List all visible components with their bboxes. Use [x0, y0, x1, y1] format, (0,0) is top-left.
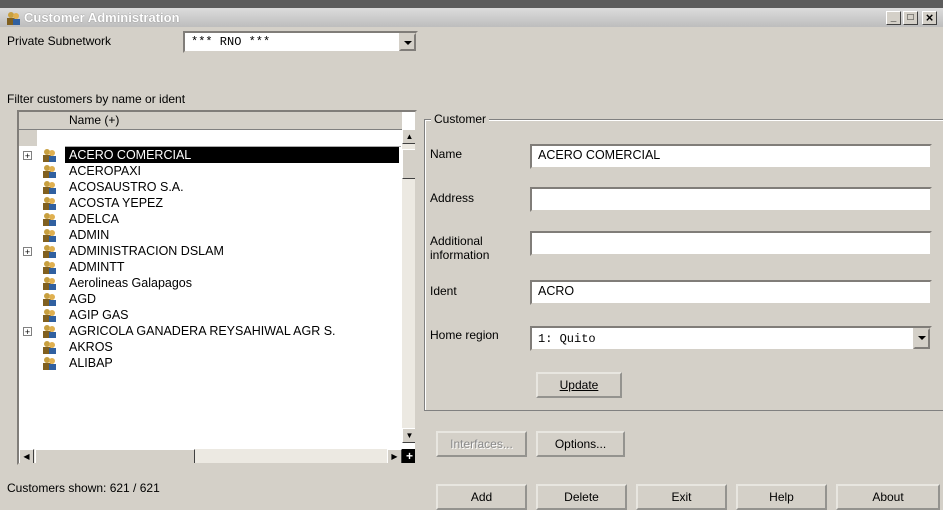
customer-icon: [41, 323, 57, 339]
customer-icon: [41, 163, 57, 179]
ident-label: Ident: [430, 284, 457, 298]
home-region-label: Home region: [430, 328, 499, 342]
address-label: Address: [430, 191, 475, 205]
customer-name: ACOSAUSTRO S.A.: [69, 180, 184, 194]
customer-name: ALIBAP: [69, 356, 113, 370]
customer-name: AGIP GAS: [69, 308, 129, 322]
interfaces-button[interactable]: Interfaces...: [436, 431, 527, 457]
customer-icon: [41, 355, 57, 371]
chevron-down-icon[interactable]: [399, 33, 416, 51]
subnetwork-select[interactable]: *** RNO ***: [183, 31, 418, 53]
list-item[interactable]: + AGRICOLA GANADERA REYSAHIWAL AGR S.: [19, 323, 402, 339]
name-field[interactable]: ACERO COMERCIAL: [530, 144, 932, 169]
home-region-select[interactable]: 1: Quito: [530, 326, 932, 351]
horizontal-scrollbar[interactable]: ◀ ▶: [19, 449, 402, 463]
additional-info-field[interactable]: [530, 231, 932, 256]
customer-name: ACEROPAXI: [69, 164, 142, 178]
customer-name: ACERO COMERCIAL: [65, 147, 399, 163]
customer-icon: [41, 339, 57, 355]
name-label: Name: [430, 147, 463, 161]
status-text: Customers shown: 621 / 621: [7, 481, 160, 495]
customer-icon: [41, 291, 57, 307]
list-item[interactable]: AKROS: [19, 339, 402, 355]
name-value: ACERO COMERCIAL: [538, 148, 661, 162]
list-item[interactable]: ALIBAP: [19, 355, 402, 371]
ident-value: ACRO: [538, 284, 575, 298]
exit-button[interactable]: Exit: [636, 484, 727, 510]
options-button[interactable]: Options...: [536, 431, 625, 457]
customer-icon: [41, 307, 57, 323]
customer-icon: [41, 211, 57, 227]
update-button[interactable]: Update: [536, 372, 622, 398]
list-item[interactable]: Aerolineas Galapagos: [19, 275, 402, 291]
list-item[interactable]: ACEROPAXI: [19, 163, 402, 179]
customer-name: AGRICOLA GANADERA REYSAHIWAL AGR S.: [69, 324, 336, 338]
list-item[interactable]: ADELCA: [19, 211, 402, 227]
list-item[interactable]: + ACERO COMERCIAL: [19, 147, 402, 163]
customer-list[interactable]: Name (+) + ACERO COMERCIAL ACEROPAXI ACOSAU…: [17, 110, 417, 465]
home-region-value: 1: Quito: [538, 332, 596, 346]
customer-name: AKROS: [69, 340, 113, 354]
customer-name: ACOSTA YEPEZ: [69, 196, 164, 210]
list-item[interactable]: ADMIN: [19, 227, 402, 243]
list-item[interactable]: AGIP GAS: [19, 307, 402, 323]
customer-icon: [41, 275, 57, 291]
customer-name: ADMINISTRACION DSLAM: [69, 244, 224, 258]
close-button[interactable]: ×: [922, 11, 937, 25]
customer-icon: [41, 195, 57, 211]
additional-label-2: information: [430, 248, 490, 262]
list-item[interactable]: AGD: [19, 291, 402, 307]
scroll-right-icon[interactable]: ▶: [387, 449, 402, 463]
list-item[interactable]: ADMINTT: [19, 259, 402, 275]
customer-icon: [41, 147, 57, 163]
filter-row-stub: [19, 130, 37, 146]
customer-icon: [41, 259, 57, 275]
customer-icon: [41, 243, 57, 259]
subnetwork-label: Private Subnetwork: [7, 34, 112, 48]
scroll-thumb[interactable]: [402, 149, 415, 179]
customer-group-title: Customer: [431, 112, 490, 126]
list-item[interactable]: ACOSTA YEPEZ: [19, 195, 402, 211]
ident-field[interactable]: ACRO: [530, 280, 932, 305]
customer-name: AGD: [69, 292, 97, 306]
expand-icon[interactable]: +: [23, 327, 32, 337]
delete-button[interactable]: Delete: [536, 484, 627, 510]
corner-expand-icon[interactable]: +: [402, 449, 415, 463]
vertical-scrollbar[interactable]: ▲ ▼: [402, 129, 415, 443]
about-button[interactable]: About: [836, 484, 940, 510]
chevron-down-icon[interactable]: [913, 328, 930, 349]
expand-icon[interactable]: +: [23, 247, 32, 257]
customer-icon: [41, 179, 57, 195]
customer-name: ADELCA: [69, 212, 120, 226]
add-button[interactable]: Add: [436, 484, 527, 510]
window-title: Customer Administration: [24, 10, 180, 25]
scroll-up-icon[interactable]: ▲: [402, 129, 415, 144]
update-label: Update: [559, 378, 599, 392]
subnetwork-value: *** RNO ***: [191, 35, 271, 49]
list-column-header[interactable]: Name (+): [19, 112, 402, 130]
additional-label-1: Additional: [430, 234, 483, 248]
name-column-label: Name (+): [69, 113, 120, 127]
scroll-left-icon[interactable]: ◀: [19, 449, 34, 463]
customer-name: ADMINTT: [69, 260, 125, 274]
customer-name: ADMIN: [69, 228, 110, 242]
maximize-button[interactable]: □: [903, 11, 918, 25]
customer-name: Aerolineas Galapagos: [69, 276, 192, 290]
filter-input[interactable]: [65, 130, 401, 147]
help-button[interactable]: Help: [736, 484, 827, 510]
filter-label: Filter customers by name or ident: [7, 92, 186, 106]
list-item[interactable]: ACOSAUSTRO S.A.: [19, 179, 402, 195]
hscroll-thumb[interactable]: [35, 449, 195, 463]
address-field[interactable]: [530, 187, 932, 212]
customer-icon: [41, 227, 57, 243]
title-bar: Customer Administration _ □ ×: [0, 0, 943, 27]
scroll-down-icon[interactable]: ▼: [402, 428, 415, 443]
minimize-button[interactable]: _: [886, 11, 901, 25]
customer-app-icon: [7, 12, 20, 25]
expand-icon[interactable]: +: [23, 151, 32, 161]
list-item[interactable]: + ADMINISTRACION DSLAM: [19, 243, 402, 259]
